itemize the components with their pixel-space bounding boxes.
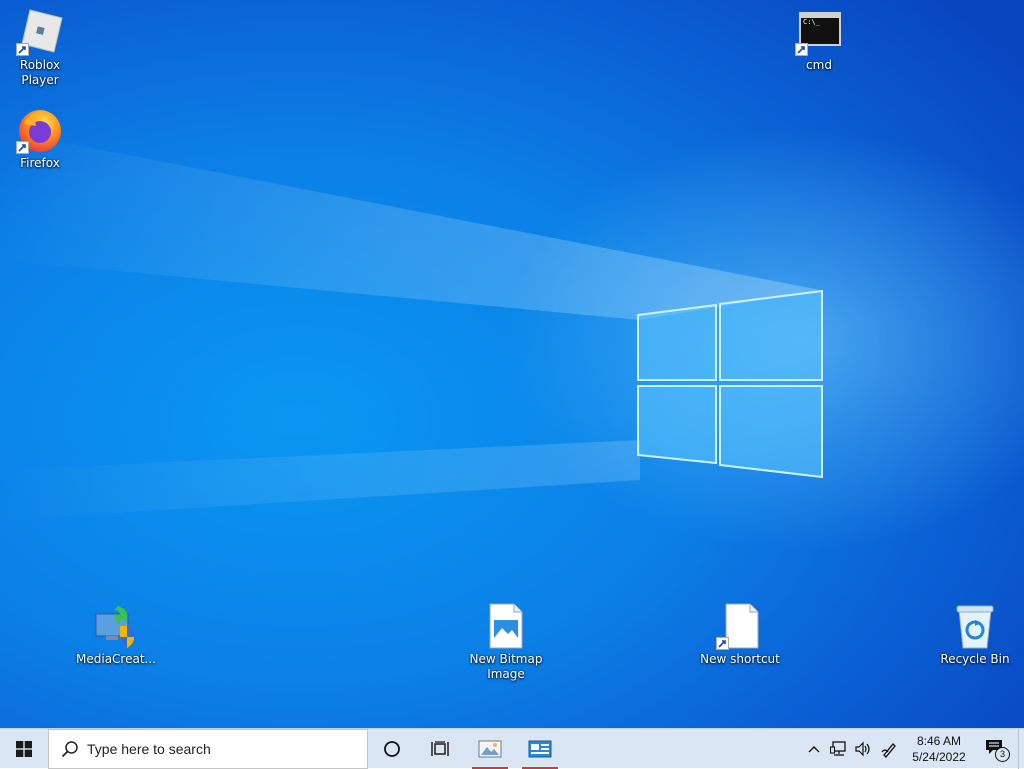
cmd-icon: C:\_ (799, 12, 841, 46)
desktop-icon-new-shortcut[interactable]: New shortcut (700, 602, 780, 667)
desktop-icon-label: Roblox Player (19, 58, 61, 87)
speaker-icon (855, 741, 870, 757)
desktop-icon-label: MediaCreat... (76, 652, 156, 666)
search-placeholder: Type here to search (87, 741, 211, 757)
paint-app-icon (478, 740, 502, 758)
network-tray-button[interactable] (828, 729, 850, 769)
windows-start-icon (16, 741, 32, 757)
desktop-icon-label: New shortcut (700, 652, 780, 666)
desktop-icon-label: cmd (806, 58, 832, 72)
network-icon (830, 741, 846, 756)
desktop-icon-label: Firefox (20, 156, 60, 170)
shortcut-arrow-icon (716, 637, 729, 650)
desktop-icon-cmd[interactable]: C:\_ cmd (779, 8, 859, 73)
taskbar-search-box[interactable]: Type here to search (48, 729, 368, 769)
show-desktop-button[interactable] (1018, 729, 1024, 769)
clock-time: 8:46 AM (916, 734, 961, 748)
desktop-icon-roblox[interactable]: Roblox Player (0, 8, 80, 88)
desktop-icon-media-creation-tool[interactable]: MediaCreat... (76, 602, 156, 667)
desktop[interactable]: Roblox Player Firefox C:\_ cmd MediaCrea… (0, 0, 1024, 728)
recycle-bin-icon (956, 605, 994, 649)
clock-date: 5/24/2022 (912, 750, 966, 764)
shortcut-arrow-icon (795, 43, 808, 56)
start-button[interactable] (0, 729, 48, 769)
desktop-icon-firefox[interactable]: Firefox (0, 106, 80, 171)
pen-icon (881, 743, 896, 758)
cortana-button[interactable] (370, 729, 414, 769)
cortana-circle-icon (384, 741, 400, 757)
shortcut-arrow-icon (16, 43, 29, 56)
taskbar-app-control-panel[interactable] (518, 729, 562, 769)
search-icon (61, 741, 78, 758)
taskbar: Type here to search 8:46 AM 5/24/2022 3 (0, 728, 1024, 769)
shortcut-arrow-icon (16, 141, 29, 154)
media-creation-tool-icon (95, 606, 134, 648)
volume-tray-button[interactable] (852, 729, 874, 769)
action-center-button[interactable]: 3 (976, 729, 1016, 769)
notification-count-badge: 3 (995, 747, 1010, 762)
cmd-icon-text: C:\_ (803, 18, 820, 26)
windows-logo-wallpaper (637, 289, 823, 479)
show-hidden-icons-button[interactable] (804, 729, 824, 769)
task-view-button[interactable] (418, 729, 462, 769)
desktop-icon-label: Recycle Bin (940, 652, 1010, 666)
task-view-icon (431, 741, 449, 756)
desktop-icon-label: New Bitmap Image (469, 652, 543, 681)
bitmap-image-file-icon (489, 603, 523, 649)
control-panel-app-icon (528, 740, 552, 758)
desktop-icon-recycle-bin[interactable]: Recycle Bin (935, 602, 1015, 667)
clock-button[interactable]: 8:46 AM 5/24/2022 (906, 729, 972, 769)
pen-workspace-button[interactable] (878, 729, 902, 769)
desktop-icon-new-bitmap-image[interactable]: New Bitmap Image (466, 602, 546, 682)
taskbar-app-paint[interactable] (468, 729, 512, 769)
chevron-up-icon (808, 746, 820, 753)
